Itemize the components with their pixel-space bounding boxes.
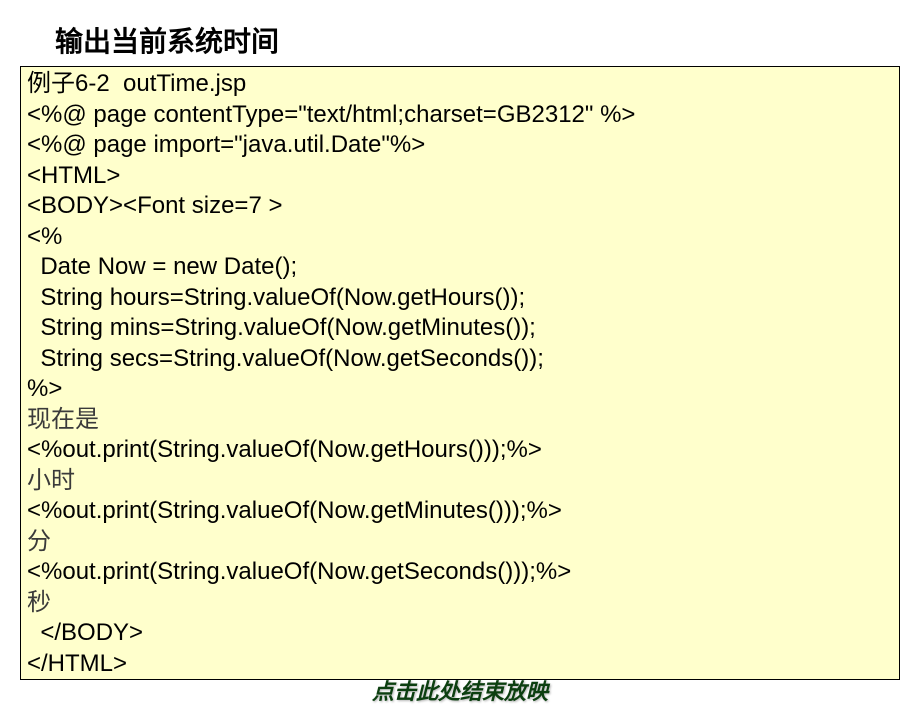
code-line: <%@ page contentType="text/html;charset=… <box>27 100 893 131</box>
code-line: </BODY> <box>27 618 893 649</box>
code-line: <%out.print(String.valueOf(Now.getHours(… <box>27 435 893 466</box>
code-line: <%@ page import="java.util.Date"%> <box>27 130 893 161</box>
code-line: 分 <box>27 527 893 558</box>
code-line: String hours=String.valueOf(Now.getHours… <box>27 283 893 314</box>
code-line: 秒 <box>27 588 893 619</box>
slide-title: 输出当前系统时间 <box>55 20 920 60</box>
code-line: 小时 <box>27 466 893 497</box>
code-line: <% <box>27 222 893 253</box>
code-line: <BODY><Font size=7 > <box>27 191 893 222</box>
code-line: Date Now = new Date(); <box>27 252 893 283</box>
code-line: 例子6-2 outTime.jsp <box>27 69 893 100</box>
code-line: %> <box>27 374 893 405</box>
footer-link[interactable]: 点击此处结束放映 <box>0 674 920 706</box>
code-line: <%out.print(String.valueOf(Now.getSecond… <box>27 557 893 588</box>
code-line: <%out.print(String.valueOf(Now.getMinute… <box>27 496 893 527</box>
code-line: String secs=String.valueOf(Now.getSecond… <box>27 344 893 375</box>
code-line: String mins=String.valueOf(Now.getMinute… <box>27 313 893 344</box>
code-line: <HTML> <box>27 161 893 192</box>
code-container: 例子6-2 outTime.jsp <%@ page contentType="… <box>20 66 900 680</box>
code-line: 现在是 <box>27 405 893 436</box>
